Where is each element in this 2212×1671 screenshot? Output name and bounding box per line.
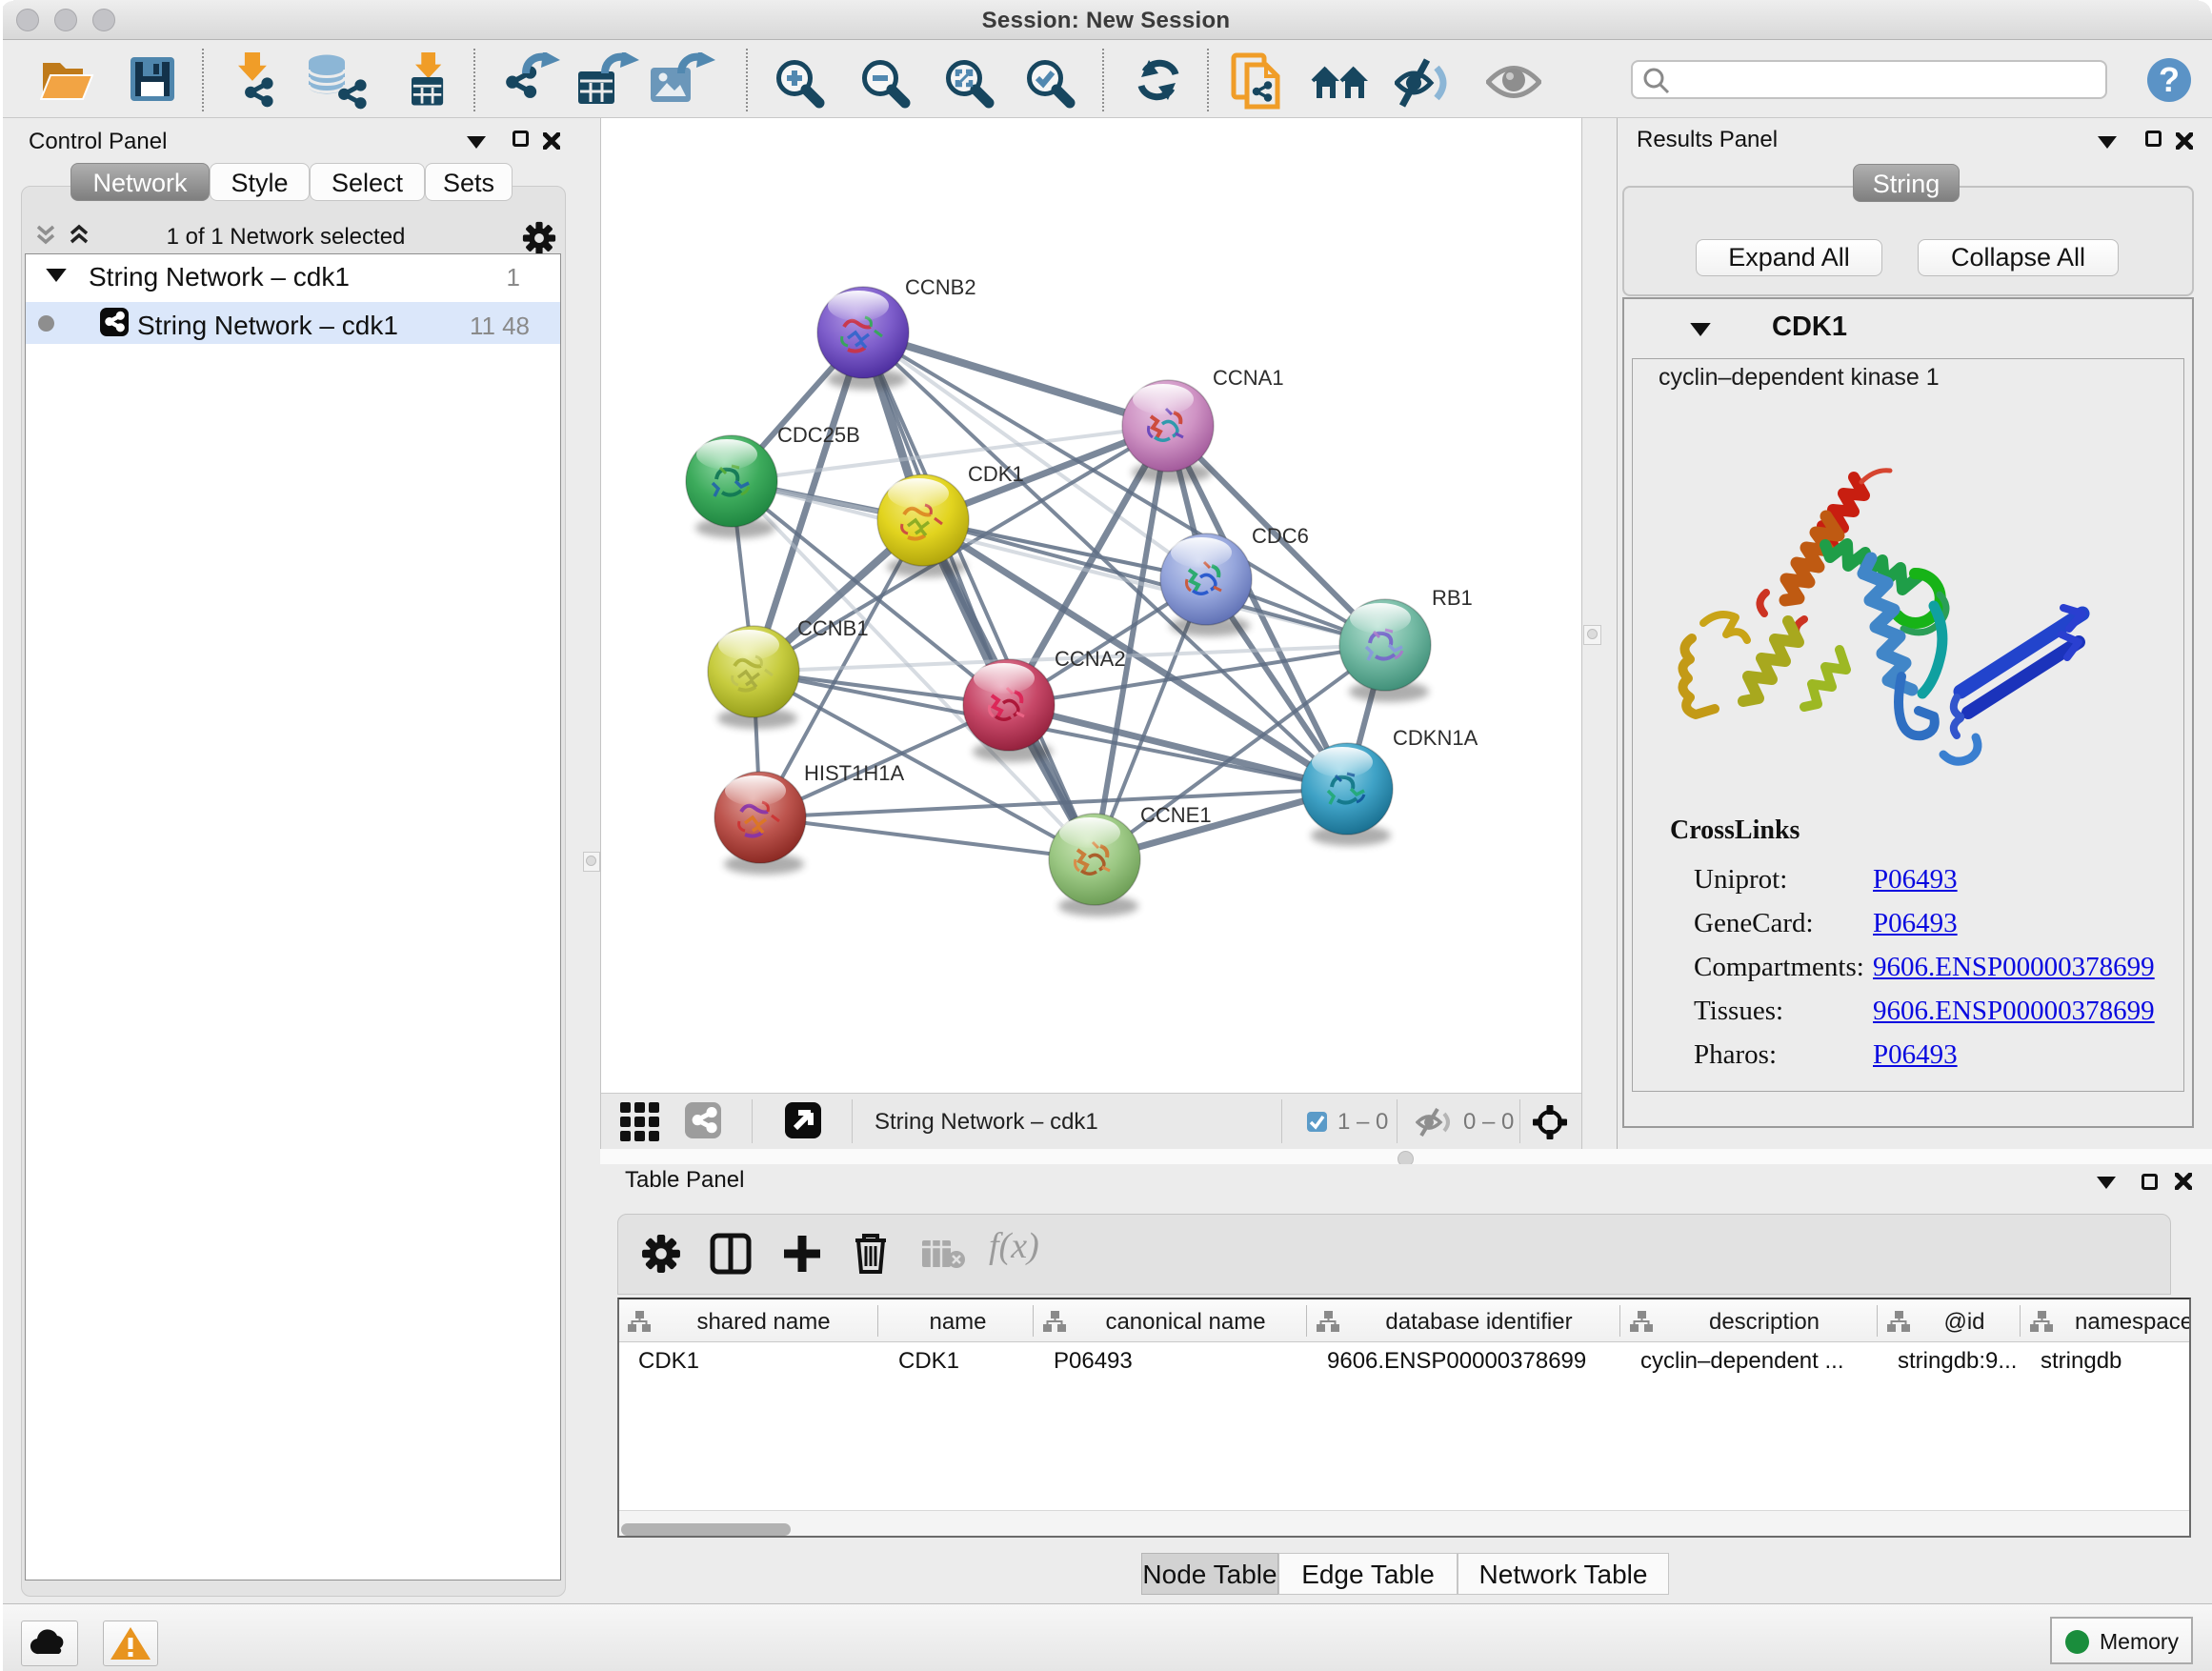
svg-text:CDC25B: CDC25B <box>777 423 860 447</box>
svg-text:CCNB1: CCNB1 <box>797 616 869 640</box>
svg-text:CCNE1: CCNE1 <box>1140 803 1212 827</box>
svg-text:CCNA1: CCNA1 <box>1213 366 1284 390</box>
svg-text:?: ? <box>2159 60 2180 99</box>
svg-text:CDKN1A: CDKN1A <box>1393 726 1478 750</box>
svg-text:CDK1: CDK1 <box>968 462 1024 486</box>
svg-text:RB1: RB1 <box>1432 586 1473 610</box>
svg-text:CCNA2: CCNA2 <box>1055 647 1126 671</box>
svg-text:CDC6: CDC6 <box>1252 524 1309 548</box>
svg-text:HIST1H1A: HIST1H1A <box>804 761 904 785</box>
svg-text:CCNB2: CCNB2 <box>905 275 976 299</box>
